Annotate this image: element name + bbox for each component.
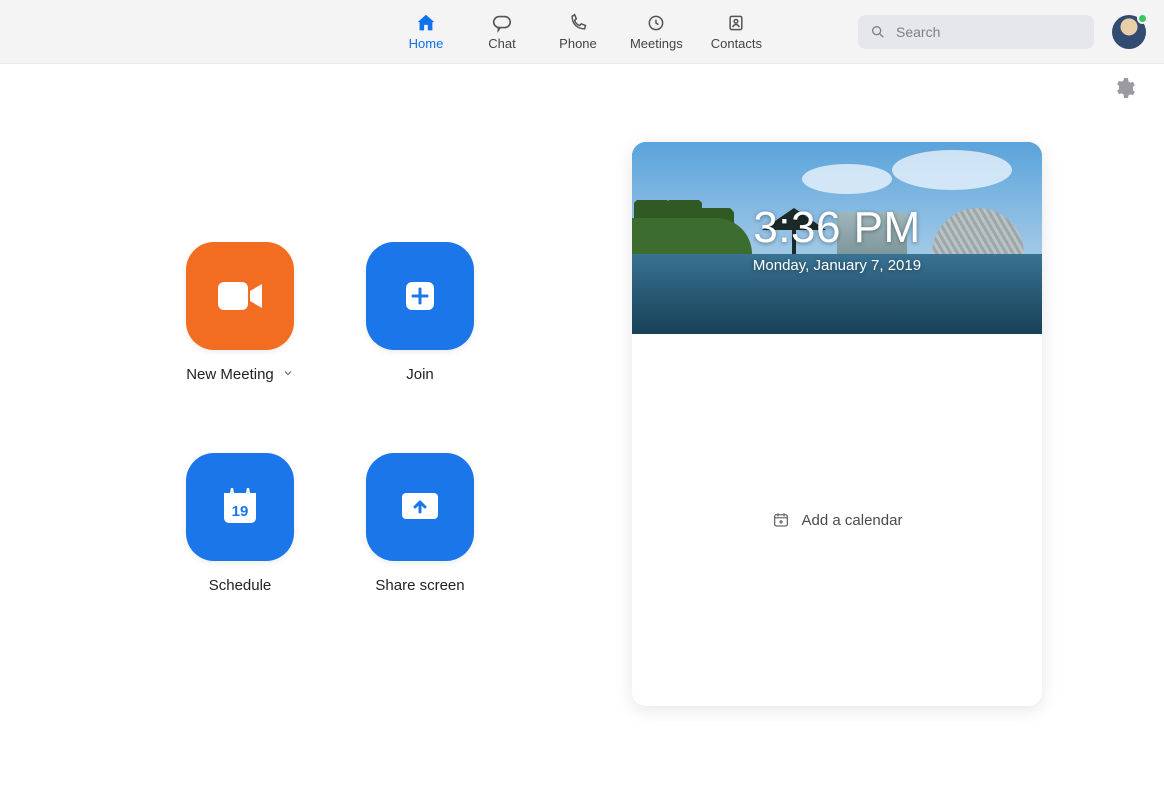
avatar[interactable] (1112, 15, 1146, 49)
schedule-button[interactable]: 19 (186, 453, 294, 561)
tab-phone[interactable]: Phone (554, 12, 602, 51)
chat-icon (491, 12, 513, 34)
add-calendar-label: Add a calendar (802, 512, 903, 529)
calendar-panel-area: 3:36 PM Monday, January 7, 2019 Add a ca… (570, 142, 1104, 706)
nav-tabs: Home Chat Phone Meetings Contacts (402, 0, 762, 63)
presence-indicator (1137, 13, 1148, 24)
home-icon (415, 12, 437, 34)
phone-icon (567, 12, 589, 34)
search-icon (870, 24, 886, 40)
calendar-icon: 19 (214, 481, 266, 533)
action-join: Join (330, 242, 510, 383)
tab-meetings[interactable]: Meetings (630, 12, 683, 51)
search-placeholder: Search (896, 24, 940, 40)
action-label: Share screen (375, 577, 464, 594)
tab-label: Phone (559, 36, 597, 51)
video-icon (214, 276, 266, 316)
tab-label: Meetings (630, 36, 683, 51)
contacts-icon (725, 12, 747, 34)
new-meeting-button[interactable] (186, 242, 294, 350)
toolbar-row (0, 64, 1164, 112)
share-screen-icon (394, 485, 446, 529)
plus-icon (396, 272, 444, 320)
clock-time: 3:36 PM (753, 203, 920, 253)
main-area: New Meeting Join (0, 112, 1164, 706)
gear-icon (1112, 76, 1136, 100)
share-screen-button[interactable] (366, 453, 474, 561)
clock-date: Monday, January 7, 2019 (753, 257, 921, 274)
add-calendar-button[interactable]: Add a calendar (772, 511, 903, 529)
action-share-screen: Share screen (330, 453, 510, 594)
calendar-panel: 3:36 PM Monday, January 7, 2019 Add a ca… (632, 142, 1042, 706)
tab-home[interactable]: Home (402, 12, 450, 51)
tab-chat[interactable]: Chat (478, 12, 526, 51)
settings-button[interactable] (1112, 76, 1136, 100)
action-label: Join (406, 366, 434, 383)
search-input[interactable]: Search (858, 15, 1094, 49)
clock-hero: 3:36 PM Monday, January 7, 2019 (632, 142, 1042, 334)
tab-label: Contacts (711, 36, 762, 51)
top-bar: Home Chat Phone Meetings Contacts (0, 0, 1164, 64)
calendar-day-number: 19 (232, 503, 249, 520)
action-grid-area: New Meeting Join (60, 142, 510, 706)
action-label: New Meeting (186, 366, 274, 383)
chevron-down-icon[interactable] (282, 366, 294, 383)
clock-icon (645, 12, 667, 34)
topbar-right: Search (858, 15, 1146, 49)
action-label: Schedule (209, 577, 272, 594)
tab-contacts[interactable]: Contacts (711, 12, 762, 51)
tab-label: Home (409, 36, 444, 51)
join-button[interactable] (366, 242, 474, 350)
action-schedule: 19 Schedule (150, 453, 330, 594)
calendar-add-icon (772, 511, 790, 529)
action-new-meeting: New Meeting (150, 242, 330, 383)
tab-label: Chat (488, 36, 515, 51)
